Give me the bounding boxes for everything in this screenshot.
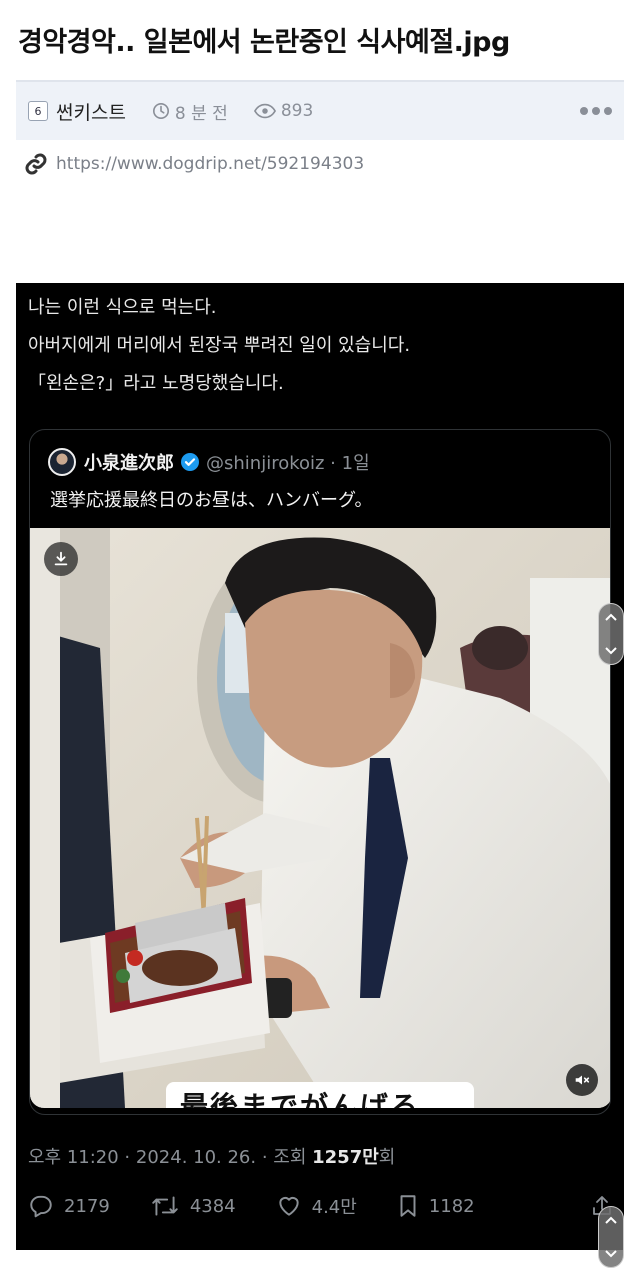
bookmark-icon	[400, 1195, 416, 1217]
bookmark-count: 1182	[428, 1195, 475, 1217]
retweet-icon	[152, 1196, 178, 1216]
quoted-handle-time: @shinjirokoiz · 1일	[206, 453, 370, 474]
avatar[interactable]	[48, 448, 76, 476]
timestamp-text: 오후 11:20 · 2024. 10. 26. · 조회	[28, 1147, 313, 1168]
retweet-count: 4384	[189, 1195, 236, 1217]
bookmark-button[interactable]: 1182	[397, 1193, 475, 1219]
view-count: 1257만	[312, 1147, 379, 1168]
tweet-caption: 나는 이런 식으로 먹는다. 아버지에게 머리에서 된장국 뿌려진 일이 있습니…	[28, 289, 410, 403]
verified-icon	[181, 453, 199, 471]
view-suffix: 회	[378, 1147, 396, 1168]
quoted-tweet-header: 小泉進次郎 @shinjirokoiz · 1일	[48, 448, 370, 476]
caption-line: 「왼손은?」라고 노명당했습니다.	[28, 373, 284, 394]
quoted-tweet[interactable]: 小泉進次郎 @shinjirokoiz · 1일 選挙応援最終日のお昼は、ハンバ…	[29, 429, 611, 1115]
post-meta-bar: 6 썬키스트 8 분 전 893	[16, 80, 624, 140]
post-time: 8 분 전	[152, 99, 228, 124]
tweet-actions: 2179 4384 4.4만 1182	[28, 1193, 618, 1219]
tweet-screenshot: 나는 이런 식으로 먹는다. 아버지에게 머리에서 된장국 뿌려진 일이 있습니…	[16, 283, 624, 1250]
chevron-down-icon	[605, 1250, 617, 1258]
reply-icon	[30, 1195, 52, 1218]
clock-icon	[152, 102, 169, 120]
reply-count: 2179	[64, 1195, 110, 1217]
caption-line: 아버지에게 머리에서 된장국 뿌려진 일이 있습니다.	[28, 335, 411, 356]
like-button[interactable]: 4.4만	[276, 1193, 357, 1219]
level-badge-icon: 6	[28, 101, 48, 121]
video-thumbnail[interactable]: 最後までがんばろ	[30, 528, 610, 1108]
like-icon	[278, 1196, 299, 1216]
airplane-cabin-scene	[30, 528, 610, 1108]
post-views: 893	[253, 101, 314, 121]
caption-line: 나는 이런 식으로 먹는다.	[28, 297, 217, 318]
post-title: 경악경악.. 일본에서 논란중인 식사예절.jpg	[18, 27, 510, 58]
download-icon	[54, 551, 68, 566]
scroll-button[interactable]	[598, 603, 624, 665]
retweet-button[interactable]: 4384	[150, 1193, 236, 1219]
quoted-author-name[interactable]: 小泉進次郎	[84, 449, 174, 475]
eye-icon	[253, 103, 276, 119]
author-name[interactable]: 썬키스트	[56, 98, 126, 125]
chevron-down-icon	[605, 647, 617, 655]
more-icon[interactable]	[580, 107, 612, 115]
chevron-up-icon	[605, 613, 617, 621]
tweet-timestamp: 오후 11:20 · 2024. 10. 26. · 조회 1257만회	[28, 1143, 395, 1169]
like-count: 4.4만	[311, 1197, 357, 1218]
download-button[interactable]	[44, 542, 78, 576]
video-subtitle: 最後までがんばろ	[180, 1090, 421, 1109]
video-subtitle-box: 最後までがんばろ	[166, 1082, 474, 1108]
views-count: 893	[280, 101, 314, 121]
mute-icon	[575, 1075, 590, 1085]
scroll-button[interactable]	[598, 1206, 624, 1268]
quoted-tweet-text: 選挙応援最終日のお昼は、ハンバーグ。	[50, 490, 373, 511]
reply-button[interactable]: 2179	[28, 1193, 110, 1219]
time-ago-text: 8 분 전	[174, 103, 228, 124]
chevron-up-icon	[605, 1216, 617, 1224]
link-icon	[25, 153, 47, 175]
mute-button[interactable]	[566, 1064, 598, 1096]
post-url[interactable]: https://www.dogdrip.net/592194303	[56, 154, 364, 174]
post-link[interactable]: https://www.dogdrip.net/592194303	[24, 152, 364, 176]
